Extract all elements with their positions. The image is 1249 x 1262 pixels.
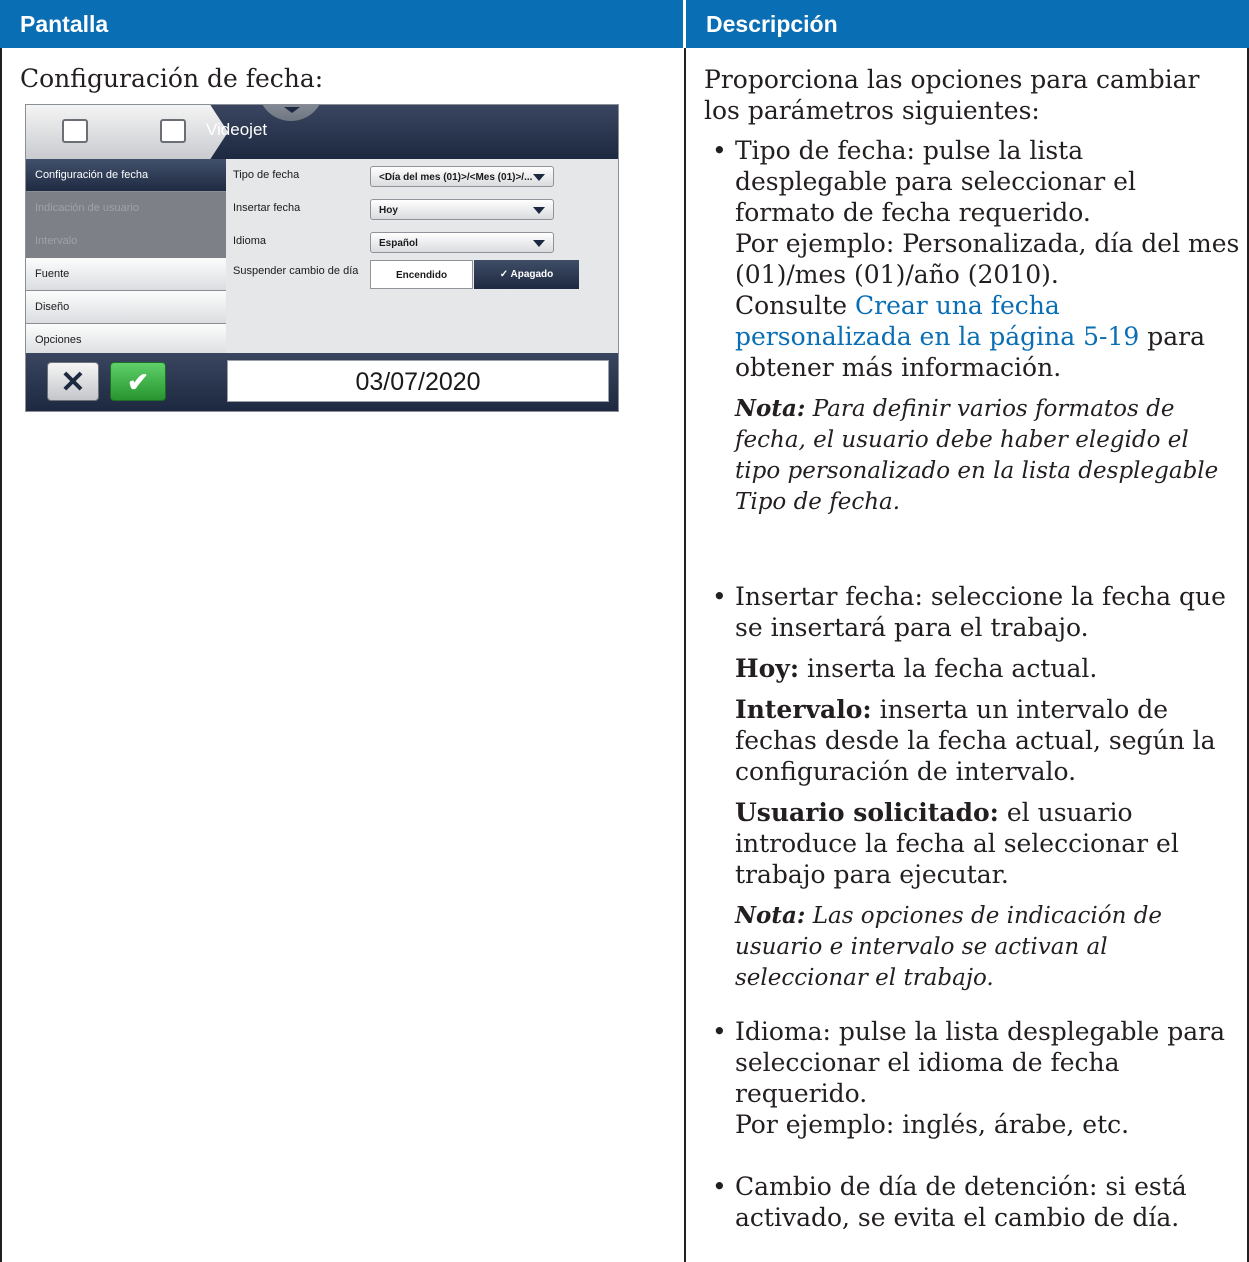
sidebar-item-date-config[interactable]: Configuración de fecha [26, 159, 226, 192]
date-preview: 03/07/2020 [227, 360, 609, 402]
insert-date-value: Hoy [379, 205, 398, 216]
chevron-down-icon [533, 240, 545, 247]
insert-date-dropdown[interactable]: Hoy [370, 199, 554, 220]
cross-reference: Consulte Crear una fecha personalizada e… [735, 290, 1240, 383]
bullet-icon: • [712, 136, 727, 165]
ui-top-bar: Videojet [26, 105, 618, 159]
ui-sidebar: Configuración de fecha Indicación de usu… [26, 159, 226, 357]
language-label: Idioma [233, 235, 267, 247]
confirm-button[interactable]: ✔ [110, 362, 166, 401]
edit-icon [62, 119, 88, 143]
see-text: Consulte [735, 291, 848, 320]
toggle-off-button[interactable]: ✓ Apagado [474, 260, 579, 289]
language-dropdown[interactable]: Español [370, 232, 554, 253]
sidebar-item-design[interactable]: Diseño [26, 291, 226, 324]
language-description: Idioma: pulse la lista desplegable para … [735, 1017, 1225, 1108]
description-intro: Proporciona las opciones para cambiar lo… [704, 65, 1200, 125]
note-date-type: Nota: Para definir varios formatos de fe… [735, 393, 1240, 518]
date-type-description: Tipo de fecha: pulse la lista desplegabl… [735, 136, 1136, 227]
bullet-insert-date: Insertar fecha: seleccione la fecha que … [735, 581, 1240, 994]
sidebar-item-interval: Intervalo [35, 235, 78, 247]
date-type-dropdown[interactable]: <Día del mes (01)>/<Mes (01)>/... [370, 166, 554, 187]
document-table: Pantalla Descripción Configuración de fe… [0, 0, 1249, 1262]
user-requested-label: Usuario solicitado: [735, 798, 999, 827]
table-border-left [0, 48, 2, 1262]
note-insert-date: Nota: Las opciones de indicación de usua… [735, 900, 1240, 994]
table-border-middle [684, 48, 686, 1262]
document-icon [160, 119, 186, 143]
bullet-icon: • [712, 1172, 727, 1201]
toggle-on-button[interactable]: Encendido [370, 260, 473, 289]
bullet-icon: • [712, 582, 727, 611]
date-type-example: Por ejemplo: Personalizada, día del mes … [735, 229, 1240, 289]
option-user-requested: Usuario solicitado: el usuario introduce… [735, 797, 1240, 890]
chevron-down-icon [533, 174, 545, 181]
day-change-description: Cambio de día de detención: si está acti… [735, 1172, 1187, 1232]
ui-title: Videojet [206, 120, 268, 139]
screen-heading: Configuración de fecha: [20, 64, 324, 93]
language-example: Por ejemplo: inglés, árabe, etc. [735, 1110, 1130, 1139]
today-text: inserta la fecha actual. [807, 654, 1098, 683]
insert-date-label: Insertar fecha [233, 202, 301, 214]
suspend-day-change-label: Suspender cambio de día [233, 265, 359, 277]
option-today: Hoy: inserta la fecha actual. [735, 653, 1240, 684]
sidebar-item-user-prompt: Indicación de usuario [35, 202, 139, 214]
bullet-icon: • [712, 1017, 727, 1046]
ui-main-panel: Tipo de fecha <Día del mes (01)>/<Mes (0… [227, 159, 618, 353]
bullet-date-type: Tipo de fecha: pulse la lista desplegabl… [735, 135, 1240, 518]
date-type-label: Tipo de fecha [233, 169, 300, 181]
date-type-value: <Día del mes (01)>/<Mes (01)>/... [379, 172, 533, 183]
sidebar-item-font[interactable]: Fuente [26, 258, 226, 291]
today-label: Hoy: [735, 654, 800, 683]
pulldown-tab-icon[interactable] [258, 105, 324, 121]
bullet-language: Idioma: pulse la lista desplegable para … [735, 1016, 1240, 1140]
breadcrumb-edit[interactable] [26, 105, 136, 159]
cancel-button[interactable]: ✕ [47, 362, 99, 401]
note-label: Nota: [735, 395, 806, 422]
ui-screenshot: Videojet Configuración de fecha Indicaci… [25, 104, 619, 412]
interval-label: Intervalo: [735, 695, 872, 724]
ui-bottom-bar: ✕ ✔ 03/07/2020 [26, 353, 618, 411]
bullet-day-change: Cambio de día de detención: si está acti… [735, 1171, 1240, 1233]
column-header-screen: Pantalla [0, 0, 683, 48]
language-value: Español [379, 238, 418, 249]
column-header-description: Descripción [686, 0, 1249, 48]
chevron-down-icon [533, 207, 545, 214]
option-interval: Intervalo: inserta un intervalo de fecha… [735, 694, 1240, 787]
note-label: Nota: [735, 902, 806, 929]
note-text: Para definir varios formatos de fecha, e… [735, 396, 1219, 515]
insert-date-description: Insertar fecha: seleccione la fecha que … [735, 582, 1226, 642]
